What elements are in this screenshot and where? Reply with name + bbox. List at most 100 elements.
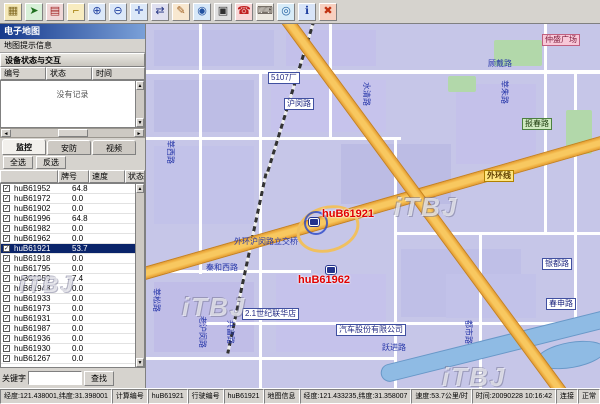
vehicle-row[interactable]: huB61902 0.0 [1,204,135,214]
scroll-up-icon[interactable]: ▲ [136,81,144,90]
tab-video[interactable]: 视频 [92,140,136,155]
key-icon[interactable]: ⌐ [67,3,85,21]
scroll-left-icon[interactable]: ◄ [1,129,11,137]
vehicle-checkbox-icon[interactable] [3,325,10,332]
vehicle-table-header-cell[interactable]: 速度 [89,170,125,183]
vehicle-checkbox-icon[interactable] [3,245,10,252]
vehicle-map-label[interactable]: huB61962 [298,274,350,286]
selection-row: 全选 反选 [0,155,145,170]
vehicle-checkbox-icon[interactable] [3,275,10,282]
vehicle-checkbox-icon[interactable] [3,335,10,342]
vehicle-checkbox-icon[interactable] [3,195,10,202]
vehicle-row[interactable]: huB61918 0.0 [1,254,135,264]
device-status-list[interactable]: 没有记录 ▲ ▼ [0,80,145,128]
vehicle-row[interactable]: huB61267 0.0 [1,354,135,364]
map-block [154,80,254,132]
device-table-header-cell[interactable]: 编号 [0,67,46,80]
select-arrow-icon[interactable]: ➤ [25,3,43,21]
tab-security[interactable]: 安防 [47,140,91,155]
device-table-header-row: 编号 状态 时间 [0,67,145,80]
invert-select-button[interactable]: 反选 [36,156,66,169]
keyword-label: 关键字 [2,373,26,384]
vehicle-list-scrollbar[interactable]: ▲ ▼ [135,184,144,367]
vehicle-checkbox-icon[interactable] [3,205,10,212]
vehicle-checkbox-icon[interactable] [3,305,10,312]
scroll-right-icon[interactable]: ► [134,129,144,137]
vehicle-table-header-cell[interactable]: 状态 [125,170,145,183]
vehicle-checkbox-icon[interactable] [3,235,10,242]
vehicle-list-container: huB61952 64.8 huB61972 0.0 [0,183,145,368]
status-cell: 地图信息 [264,389,300,404]
vehicle-row[interactable]: huB61987 0.0 [1,324,135,334]
network-icon[interactable]: ◉ [193,3,211,21]
map-tip-row[interactable]: 地图提示信息 [0,39,145,53]
vehicle-row[interactable]: huB61931 0.0 [1,314,135,324]
vehicle-plate: huB61921 [14,244,72,253]
street-road [259,70,262,388]
keyword-input[interactable] [28,371,82,385]
vehicle-checkbox-icon[interactable] [3,285,10,292]
scroll-up-icon[interactable]: ▲ [136,184,144,193]
vehicle-row[interactable]: huB61952 64.8 [1,184,135,194]
vehicle-checkbox-icon[interactable] [3,215,10,222]
device-list-scrollbar[interactable]: ▲ ▼ [135,81,144,127]
map-icon[interactable]: ▦ [4,3,22,21]
vehicle-table-header-cell[interactable] [0,170,58,183]
zoom-out-icon[interactable]: ⊖ [109,3,127,21]
vehicle-map-label[interactable]: huB61921 [322,208,374,220]
toolbar-icon-glyph: ⌐ [73,6,79,17]
vehicle-row[interactable]: huB61962 0.0 [1,234,135,244]
vehicle-row[interactable]: huB61959 7.4 [1,274,135,284]
status-cell: 速度:53.7公里/时 [411,389,471,404]
layers-icon[interactable]: ▤ [46,3,64,21]
vehicle-plate: huB61267 [14,354,72,363]
vehicle-row[interactable]: huB61795 0.0 [1,264,135,274]
vehicle-row[interactable]: huB61933 0.0 [1,294,135,304]
vehicle-plate: huB61959 [14,274,72,283]
vehicle-checkbox-icon[interactable] [3,315,10,322]
scroll-down-icon[interactable]: ▼ [136,358,144,367]
vehicle-row[interactable]: huB61930 0.0 [1,344,135,354]
map-block [154,30,274,66]
zoom-in-icon[interactable]: ⊕ [88,3,106,21]
monitor-icon[interactable]: ▣ [214,3,232,21]
vehicle-checkbox-icon[interactable] [3,225,10,232]
vehicle-checkbox-icon[interactable] [3,355,10,362]
phone-icon[interactable]: ☎ [235,3,253,21]
exit-icon[interactable]: ✖ [319,3,337,21]
globe-icon[interactable]: ◎ [277,3,295,21]
device-table-header-cell[interactable]: 状态 [46,67,92,80]
vehicle-checkbox-icon[interactable] [3,265,10,272]
device-list-hscrollbar[interactable]: ◄ ► [0,128,145,138]
vehicle-checkbox-icon[interactable] [3,345,10,352]
device-table-header-cell[interactable]: 时间 [92,67,145,80]
vehicle-checkbox-icon[interactable] [3,255,10,262]
select-all-button[interactable]: 全选 [3,156,33,169]
edit-icon[interactable]: ✎ [172,3,190,21]
vehicle-row[interactable]: huB61996 64.8 [1,214,135,224]
toolbar-icon-glyph: ◉ [197,6,207,17]
keyword-row: 关键字 查找 [0,368,145,388]
vehicle-row[interactable]: huB61982 0.0 [1,224,135,234]
vehicle-row[interactable]: huB61972 0.0 [1,194,135,204]
vehicle-plate: huB61795 [14,264,72,273]
scroll-down-icon[interactable]: ▼ [136,118,144,127]
vehicle-row[interactable]: huB61973 0.0 [1,304,135,314]
vehicle-row[interactable]: huB61943 0.0 [1,284,135,294]
pan-icon[interactable]: ✛ [130,3,148,21]
search-button[interactable]: 查找 [84,371,114,386]
vehicle-row[interactable]: huB61921 53.7 [1,244,135,254]
vehicle-checkbox-icon[interactable] [3,185,10,192]
info-icon[interactable]: ℹ [298,3,316,21]
vehicle-speed: 0.0 [72,324,102,333]
vehicle-table-header-cell[interactable]: 牌号 [58,170,89,183]
vehicle-checkbox-icon[interactable] [3,295,10,302]
vehicle-row[interactable]: huB61936 0.0 [1,334,135,344]
map-canvas[interactable]: 沪闵路 5107厂 外环线 报春路 仲盛广场 银都路 2.1世纪联华店 汽车股份… [146,24,600,388]
refresh-icon[interactable]: ⇄ [151,3,169,21]
vehicle-speed: 0.0 [72,304,102,313]
tab-monitor[interactable]: 监控 [2,139,46,155]
hscroll-thumb[interactable] [58,129,88,137]
keyboard-icon[interactable]: ⌨ [256,3,274,21]
street-road [396,232,600,235]
